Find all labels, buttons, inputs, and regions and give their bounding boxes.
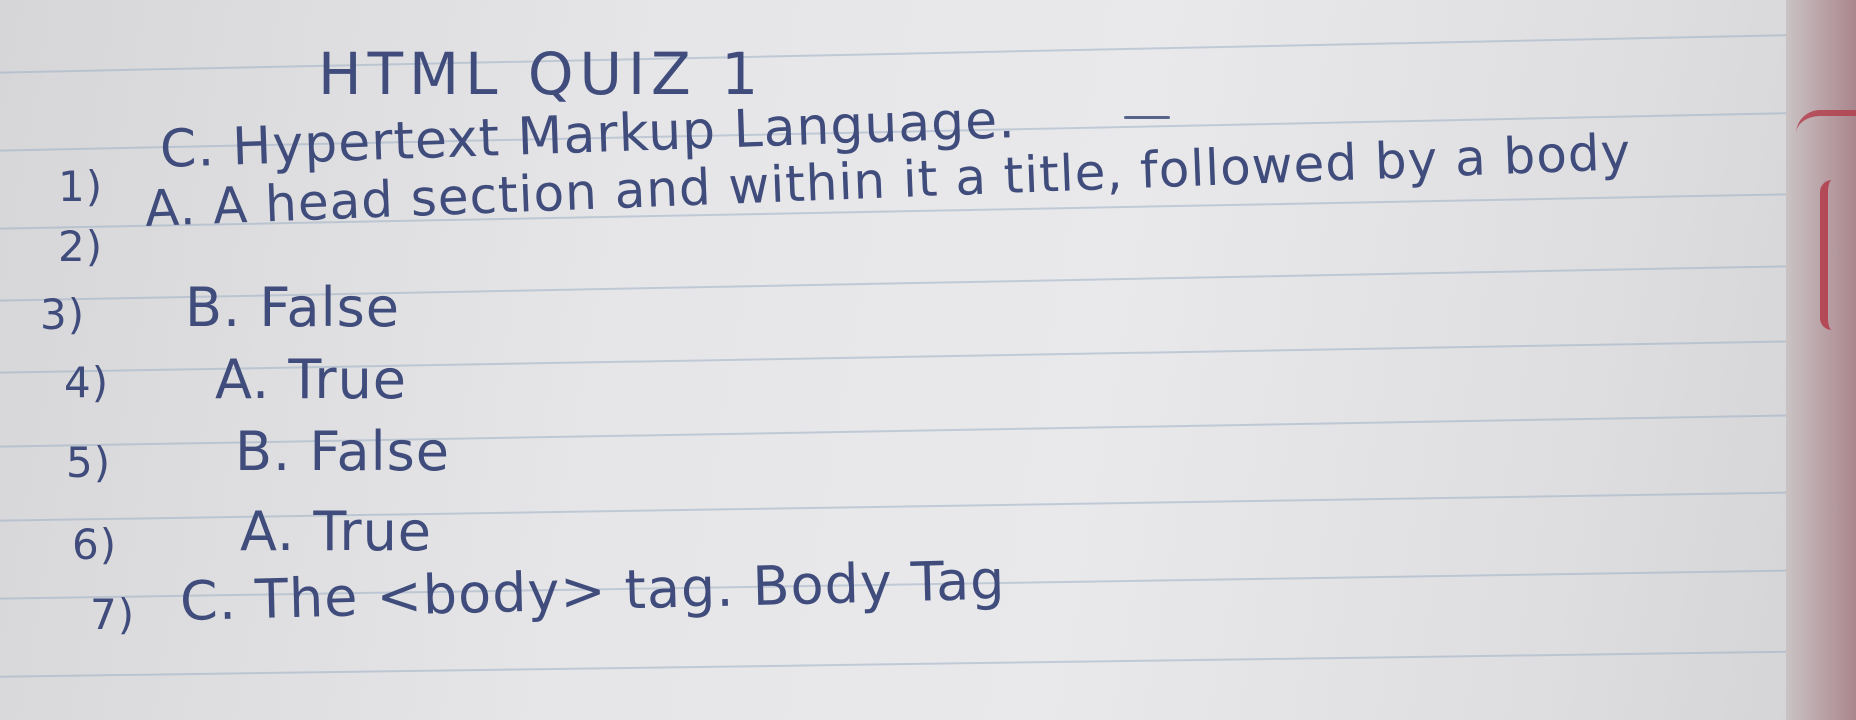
answer-text: B. False xyxy=(235,420,450,483)
quiz-title: HTML QUIZ 1 xyxy=(318,40,765,108)
answer-number: 2) xyxy=(58,222,104,271)
red-pen-mark xyxy=(1796,110,1856,134)
ruled-line xyxy=(0,649,1820,678)
answer-number: 1) xyxy=(58,162,104,211)
answer-number: 7) xyxy=(90,590,136,639)
answer-number: 3) xyxy=(40,290,86,339)
notebook-page: HTML QUIZ 1 1) C. Hypertext Markup Langu… xyxy=(0,0,1820,720)
answer-number: 4) xyxy=(64,358,110,407)
answer-number: 6) xyxy=(72,520,118,569)
answer-text: A. True xyxy=(215,348,408,411)
answer-text: A. True xyxy=(240,500,433,563)
page-edge xyxy=(1786,0,1856,720)
answer-text: B. False xyxy=(185,276,400,339)
red-pen-mark xyxy=(1820,180,1856,330)
answer-number: 5) xyxy=(66,438,112,487)
title-underline xyxy=(1124,116,1170,119)
ruled-line xyxy=(0,32,1820,74)
